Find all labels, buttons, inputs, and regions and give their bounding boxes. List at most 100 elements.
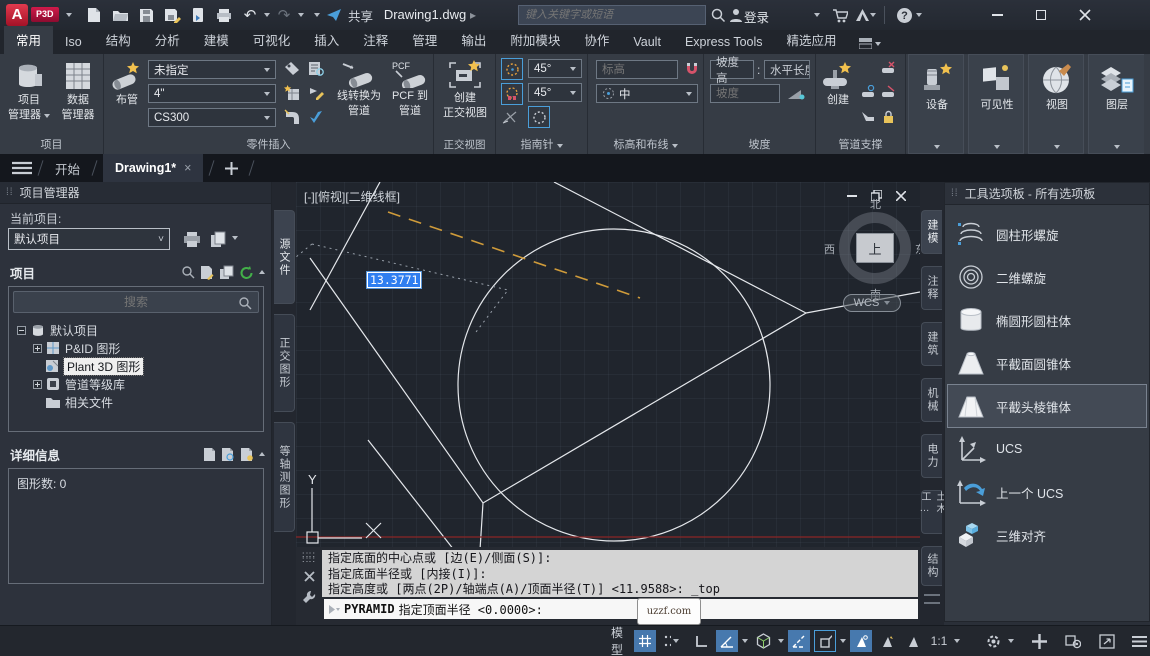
ribbon-tab-annotate[interactable]: 注释 bbox=[351, 26, 400, 54]
gear-caret-icon[interactable] bbox=[1008, 639, 1014, 643]
pcf-to-pipe-button[interactable]: PCF PCF 到 管道 bbox=[388, 60, 432, 118]
palette-tab-civil[interactable]: 土木工… bbox=[921, 490, 942, 534]
undo-caret-icon[interactable] bbox=[264, 13, 270, 17]
support-lock-icon[interactable] bbox=[878, 106, 898, 126]
new-drawing-tab-button[interactable] bbox=[220, 161, 243, 176]
ribbon-tab-output[interactable]: 输出 bbox=[449, 26, 498, 54]
ribbon-tab-insert[interactable]: 插入 bbox=[302, 26, 351, 54]
create-ortho-view-button[interactable]: 创建 正交视图 bbox=[437, 60, 493, 120]
copy-drawing-icon[interactable] bbox=[219, 265, 234, 280]
annotation-scale-icon[interactable] bbox=[902, 630, 924, 652]
layers-button[interactable]: 图层 bbox=[1093, 61, 1141, 112]
support-attach-icon[interactable] bbox=[858, 82, 878, 102]
tree-item-pipe-spec-sheets[interactable]: 管道等级库 bbox=[17, 375, 143, 393]
panel-label-elevation[interactable]: 标高和布线 bbox=[588, 136, 703, 152]
compass-snap-toggle[interactable] bbox=[501, 83, 523, 105]
spec-viewer-icon[interactable] bbox=[306, 59, 326, 79]
new-drawing-icon[interactable] bbox=[200, 265, 214, 280]
line-to-pipe-button[interactable]: 线转换为 管道 bbox=[330, 60, 388, 118]
route-pipe-button[interactable]: 布管 bbox=[108, 62, 146, 107]
model-space-button[interactable]: 模型 bbox=[608, 630, 630, 652]
tree-search-input[interactable] bbox=[14, 292, 258, 312]
support-seat-icon[interactable] bbox=[858, 106, 878, 126]
ribbon-tab-vault[interactable]: Vault bbox=[621, 31, 673, 54]
compass-snap-angle-select[interactable]: 45° bbox=[528, 83, 582, 102]
project-section-collapse-icon[interactable] bbox=[259, 270, 265, 274]
command-input-row[interactable]: PYRAMID 指定顶面半径 <0.0000>: bbox=[324, 599, 918, 619]
copy-project-caret-icon[interactable] bbox=[232, 236, 238, 240]
routing-select[interactable]: 中 bbox=[596, 84, 698, 103]
drawing-canvas[interactable]: Y [-][俯视][二维线框] 13.3771 北 南 西 东 上 WCS bbox=[296, 182, 920, 547]
slope-icon[interactable] bbox=[786, 83, 806, 103]
tool-cylindrical-helix[interactable]: 圆柱形螺旋 bbox=[948, 213, 1146, 255]
size-select[interactable]: 4" bbox=[148, 84, 276, 103]
file-tabs-menu-icon[interactable] bbox=[12, 161, 32, 175]
project-manager-button[interactable]: 项目 管理器 bbox=[6, 60, 52, 122]
new-file-icon[interactable] bbox=[82, 4, 106, 26]
tab-drawing1[interactable]: Drawing1*× bbox=[103, 154, 203, 182]
details-collapse-icon[interactable] bbox=[259, 452, 265, 456]
tool-3d-align[interactable]: 三维对齐 bbox=[948, 514, 1146, 556]
polar-caret-icon[interactable] bbox=[742, 639, 748, 643]
side-tab-source-files[interactable]: 源文件 bbox=[274, 210, 295, 304]
elevation-magnet-icon[interactable] bbox=[682, 59, 702, 79]
vp-minimize-icon[interactable] bbox=[847, 195, 857, 197]
refresh-icon[interactable] bbox=[239, 265, 254, 280]
details-preview-icon[interactable] bbox=[221, 447, 235, 461]
compass-off-icon[interactable] bbox=[500, 107, 520, 127]
grid-toggle[interactable] bbox=[634, 630, 656, 652]
isodraft-toggle[interactable] bbox=[752, 630, 774, 652]
qat-customize-caret-icon[interactable] bbox=[314, 13, 320, 17]
command-suggest-icon[interactable] bbox=[328, 604, 340, 615]
layers-panel-caret-icon[interactable] bbox=[1114, 145, 1120, 149]
create-support-button[interactable]: 创建 bbox=[820, 62, 856, 107]
osnap-caret-icon[interactable] bbox=[840, 639, 846, 643]
redo-icon[interactable]: ↷ bbox=[272, 4, 296, 26]
expand-icon[interactable] bbox=[33, 344, 42, 353]
object-snap-tracking-toggle[interactable] bbox=[788, 630, 810, 652]
panel-label-project[interactable]: 项目 bbox=[0, 136, 103, 152]
tree-item-plant3d-drawings[interactable]: Plant 3D 图形 bbox=[17, 357, 143, 375]
tool-2d-spiral[interactable]: 二维螺旋 bbox=[948, 256, 1146, 298]
ribbon-tab-collaborate[interactable]: 协作 bbox=[572, 26, 621, 54]
annotation-scale-value[interactable]: 1:1 bbox=[928, 630, 950, 652]
tag-icon[interactable] bbox=[282, 59, 302, 79]
save-icon[interactable] bbox=[134, 4, 158, 26]
panel-label-ortho-views[interactable]: 正交视图 bbox=[434, 137, 495, 152]
palette-tab-modeling[interactable]: 建模 bbox=[921, 210, 942, 254]
palette-tab-electrical[interactable]: 电力 bbox=[921, 434, 942, 478]
ortho-toggle[interactable] bbox=[690, 630, 712, 652]
tool-elliptical-cylinder[interactable]: 椭圆形圆柱体 bbox=[948, 299, 1146, 341]
command-history[interactable]: 指定底面的中心点或 [边(E)/侧面(S)]: 指定底面半径或 [内接(I)]:… bbox=[322, 550, 918, 597]
support-disconnect-icon[interactable] bbox=[878, 82, 898, 102]
ribbon-tab-modeling[interactable]: 建模 bbox=[192, 26, 241, 54]
tray-plus-icon[interactable] bbox=[1028, 630, 1050, 652]
viewcube-west[interactable]: 西 bbox=[824, 241, 835, 257]
insert-part-icon[interactable] bbox=[282, 83, 302, 103]
panel-label-pipe-supports[interactable]: 管道支撑 bbox=[816, 136, 905, 152]
close-button[interactable] bbox=[1068, 2, 1102, 28]
spec-select[interactable]: 未指定 bbox=[148, 60, 276, 79]
tool-palettes-header[interactable]: ⁞⁞工具选项板 - 所有选项板 bbox=[945, 183, 1149, 205]
app-store-caret-icon[interactable] bbox=[870, 13, 876, 17]
signin-caret-icon[interactable] bbox=[814, 13, 820, 17]
compass-toggle[interactable] bbox=[501, 58, 523, 80]
customization-gear-icon[interactable] bbox=[982, 630, 1004, 652]
ribbon-tab-express-tools[interactable]: Express Tools bbox=[673, 31, 775, 54]
equipment-panel-caret-icon[interactable] bbox=[934, 145, 940, 149]
palette-tab-structural[interactable]: 结构 bbox=[921, 546, 942, 586]
tree-search-glass-icon[interactable] bbox=[238, 296, 252, 310]
tree-item-pid-drawings[interactable]: P&ID 图形 bbox=[17, 339, 143, 357]
plot-icon[interactable] bbox=[186, 4, 210, 26]
wcs-menu[interactable]: WCS bbox=[843, 294, 901, 312]
visibility-button[interactable]: 可见性 bbox=[973, 61, 1021, 112]
polar-tracking-toggle[interactable] bbox=[716, 630, 738, 652]
print-project-icon[interactable] bbox=[182, 229, 202, 249]
details-history-icon[interactable] bbox=[240, 447, 254, 461]
side-tab-ortho-drawings[interactable]: 正交图形 bbox=[274, 314, 295, 412]
help-search-input[interactable] bbox=[519, 6, 705, 24]
elbow-icon[interactable] bbox=[282, 107, 302, 127]
minimize-button[interactable] bbox=[980, 2, 1014, 28]
panel-label-compass[interactable]: 指南针 bbox=[496, 136, 587, 152]
palette-tab-overflow-icon[interactable] bbox=[924, 594, 940, 604]
